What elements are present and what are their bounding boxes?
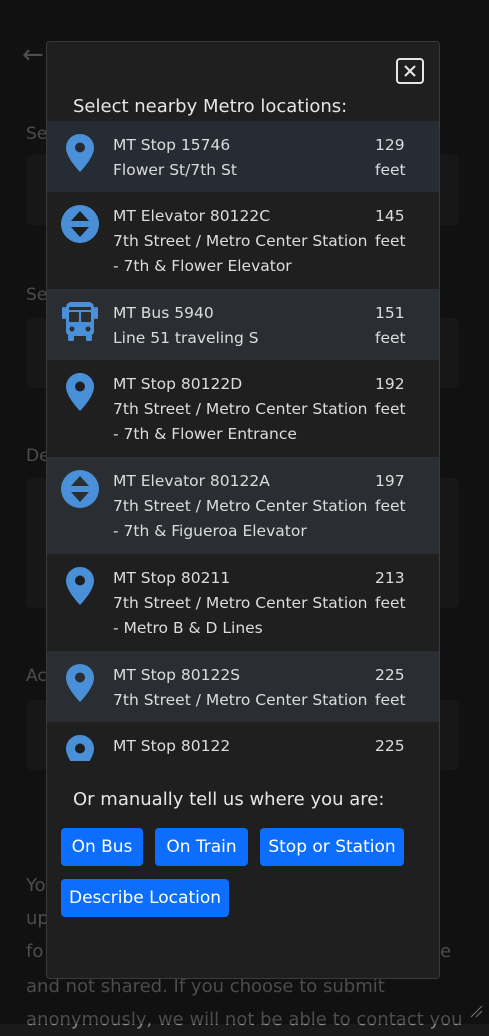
location-desc: 7th Street / Metro Center Station - 7th … xyxy=(113,497,368,540)
location-desc: 7th Street / Metro Center Station - 7th … xyxy=(113,232,368,275)
distance-value: 151 xyxy=(375,304,405,322)
location-name: MT Elevator 80122C xyxy=(113,207,271,225)
location-item[interactable]: MT Stop 80122 225 xyxy=(47,722,439,761)
describe-location-button[interactable]: Describe Location xyxy=(61,879,229,917)
location-modal: Select nearby Metro locations: MT Stop 1… xyxy=(46,41,440,979)
distance-value: 225 xyxy=(375,666,405,684)
distance-unit: feet xyxy=(375,232,406,250)
location-desc: Line 51 traveling S xyxy=(113,329,259,347)
map-pin-icon xyxy=(66,735,94,761)
distance-value: 197 xyxy=(375,472,405,490)
distance-value: 145 xyxy=(375,207,405,225)
location-item[interactable]: MT Stop 80122D 7th Street / Metro Center … xyxy=(47,360,439,457)
location-list[interactable]: MT Stop 15746 Flower St/7th St 129 feet MT… xyxy=(47,121,439,761)
distance-value: 213 xyxy=(375,569,405,587)
location-item[interactable]: MT Stop 15746 Flower St/7th St 129 feet xyxy=(47,121,439,192)
location-name: MT Stop 80211 xyxy=(113,569,231,587)
map-pin-icon xyxy=(66,373,94,411)
on-train-button[interactable]: On Train xyxy=(155,828,248,866)
location-name: MT Elevator 80122A xyxy=(113,472,270,490)
close-button[interactable] xyxy=(396,58,424,84)
location-item[interactable]: MT Elevator 80122C 7th Street / Metro Cen… xyxy=(47,192,439,289)
location-desc: 7th Street / Metro Center Station - Metr… xyxy=(113,594,368,637)
distance-unit: feet xyxy=(375,161,406,179)
close-icon xyxy=(404,65,416,77)
distance-unit: feet xyxy=(375,691,406,709)
location-name: MT Stop 15746 xyxy=(113,136,231,154)
location-name: MT Stop 80122 xyxy=(113,737,231,755)
distance-value: 192 xyxy=(375,375,405,393)
location-desc: Flower St/7th St xyxy=(113,161,237,179)
resize-grip-icon[interactable] xyxy=(469,1004,483,1018)
map-pin-icon xyxy=(66,567,94,605)
map-pin-icon xyxy=(66,134,94,172)
modal-title: Select nearby Metro locations: xyxy=(73,96,348,117)
location-item[interactable]: MT Bus 5940 Line 51 traveling S 151 feet xyxy=(47,289,439,360)
on-bus-button[interactable]: On Bus xyxy=(61,828,143,866)
location-name: MT Stop 80122S xyxy=(113,666,241,684)
location-name: MT Stop 80122D xyxy=(113,375,243,393)
map-pin-icon xyxy=(66,664,94,702)
location-name: MT Bus 5940 xyxy=(113,304,214,322)
distance-unit: feet xyxy=(375,497,406,515)
location-item[interactable]: MT Stop 80211 7th Street / Metro Center S… xyxy=(47,554,439,651)
distance-unit: feet xyxy=(375,400,406,418)
distance-unit: feet xyxy=(375,594,406,612)
bus-icon xyxy=(62,302,98,341)
elevator-icon xyxy=(61,470,99,508)
manual-location-label: Or manually tell us where you are: xyxy=(73,789,385,810)
location-desc: 7th Street / Metro Center Station - 7th … xyxy=(113,400,368,443)
distance-unit: feet xyxy=(375,329,406,347)
location-desc: 7th Street / Metro Center Station xyxy=(113,691,368,709)
location-item[interactable]: MT Elevator 80122A 7th Street / Metro Cen… xyxy=(47,457,439,554)
distance-value: 129 xyxy=(375,136,405,154)
elevator-icon xyxy=(61,205,99,243)
location-item[interactable]: MT Stop 80122S 7th Street / Metro Center … xyxy=(47,651,439,722)
stop-or-station-button[interactable]: Stop or Station xyxy=(260,828,404,866)
distance-value: 225 xyxy=(375,737,405,755)
